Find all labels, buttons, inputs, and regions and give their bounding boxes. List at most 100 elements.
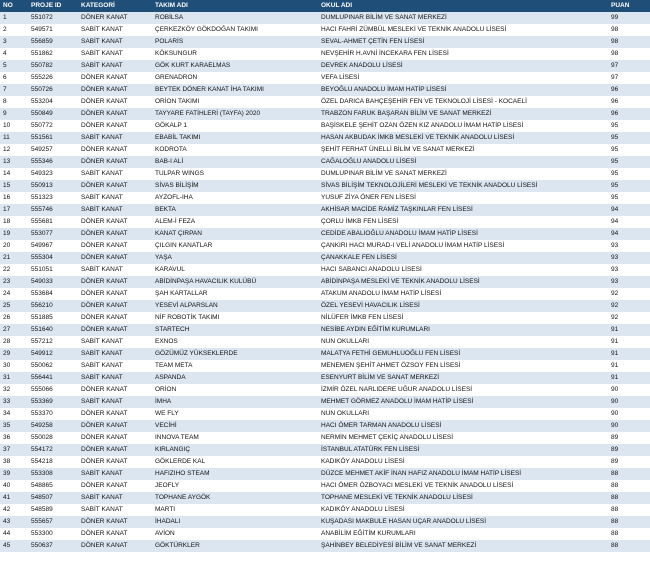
cell-puan: 88 bbox=[608, 504, 650, 516]
cell-takim-adi: POLARİS bbox=[152, 36, 318, 48]
cell-takim-adi: JEOFLY bbox=[152, 480, 318, 492]
cell-proje-id: 550726 bbox=[28, 84, 78, 96]
cell-no: 25 bbox=[0, 300, 28, 312]
cell-proje-id: 551885 bbox=[28, 312, 78, 324]
cell-no: 33 bbox=[0, 396, 28, 408]
cell-okul-adi: CEDİDE ABALIOĞLU ANADOLU İMAM HATİP LİSE… bbox=[318, 228, 608, 240]
cell-puan: 88 bbox=[608, 516, 650, 528]
cell-kategori: DÖNER KANAT bbox=[78, 288, 152, 300]
cell-okul-adi: SEVAL-AHMET ÇETİN FEN LİSESİ bbox=[318, 36, 608, 48]
cell-kategori: DÖNER KANAT bbox=[78, 252, 152, 264]
cell-no: 10 bbox=[0, 120, 28, 132]
cell-proje-id: 550062 bbox=[28, 360, 78, 372]
cell-kategori: SABİT KANAT bbox=[78, 168, 152, 180]
cell-proje-id: 556210 bbox=[28, 300, 78, 312]
cell-proje-id: 553077 bbox=[28, 228, 78, 240]
cell-okul-adi: KADIKÖY ANADOLU LİSESİ bbox=[318, 504, 608, 516]
cell-okul-adi: DUMLUPINAR BİLİM VE SANAT MERKEZİ bbox=[318, 168, 608, 180]
cell-takim-adi: TULPAR WINGS bbox=[152, 168, 318, 180]
table-row: 18 555681 DÖNER KANAT ALEM-İ FEZA ÇORLU İMKB… bbox=[0, 216, 650, 228]
cell-proje-id: 553204 bbox=[28, 96, 78, 108]
cell-proje-id: 555681 bbox=[28, 216, 78, 228]
table-row: 9 550849 DÖNER KANAT TAYYARE FATİHLERİ (TAY… bbox=[0, 108, 650, 120]
cell-proje-id: 555226 bbox=[28, 72, 78, 84]
cell-kategori: DÖNER KANAT bbox=[78, 84, 152, 96]
cell-okul-adi: HACI SABANCI ANADOLU LİSESİ bbox=[318, 264, 608, 276]
cell-puan: 94 bbox=[608, 216, 650, 228]
cell-proje-id: 549912 bbox=[28, 348, 78, 360]
cell-proje-id: 551640 bbox=[28, 324, 78, 336]
cell-kategori: DÖNER KANAT bbox=[78, 156, 152, 168]
cell-proje-id: 557212 bbox=[28, 336, 78, 348]
cell-kategori: SABİT KANAT bbox=[78, 360, 152, 372]
cell-puan: 88 bbox=[608, 528, 650, 540]
cell-puan: 92 bbox=[608, 300, 650, 312]
cell-kategori: DÖNER KANAT bbox=[78, 516, 152, 528]
cell-okul-adi: ESENYURT BİLİM VE SANAT MERKEZİ bbox=[318, 372, 608, 384]
cell-takim-adi: EBABİL TAKIMI bbox=[152, 132, 318, 144]
cell-puan: 93 bbox=[608, 276, 650, 288]
cell-kategori: SABİT KANAT bbox=[78, 192, 152, 204]
cell-okul-adi: ÇANKIRI HACI MURAD-I VELİ ANADOLU İMAM H… bbox=[318, 240, 608, 252]
cell-puan: 95 bbox=[608, 168, 650, 180]
cell-puan: 92 bbox=[608, 288, 650, 300]
cell-takim-adi: GÖKALP 1 bbox=[152, 120, 318, 132]
cell-takim-adi: ŞAH KARTALLAR bbox=[152, 288, 318, 300]
cell-kategori: DÖNER KANAT bbox=[78, 456, 152, 468]
cell-kategori: SABİT KANAT bbox=[78, 396, 152, 408]
cell-no: 1 bbox=[0, 12, 28, 24]
cell-puan: 95 bbox=[608, 120, 650, 132]
cell-okul-adi: MENEMEN ŞEHİT AHMET ÖZSOY FEN LİSESİ bbox=[318, 360, 608, 372]
cell-puan: 90 bbox=[608, 408, 650, 420]
cell-takim-adi: GÖKTÜRKLER bbox=[152, 540, 318, 552]
cell-takim-adi: SİVAS BİLİŞİM bbox=[152, 180, 318, 192]
cell-okul-adi: HASAN AKBUDAK İMKB MESLEKİ VE TEKNİK ANA… bbox=[318, 132, 608, 144]
cell-proje-id: 551051 bbox=[28, 264, 78, 276]
table-row: 34 553370 DÖNER KANAT WE FLY NUN OKULLARI 90 bbox=[0, 408, 650, 420]
cell-puan: 91 bbox=[608, 360, 650, 372]
cell-puan: 93 bbox=[608, 264, 650, 276]
cell-kategori: SABİT KANAT bbox=[78, 264, 152, 276]
cell-proje-id: 555346 bbox=[28, 156, 78, 168]
cell-takim-adi: GÖZÜMÜZ YÜKSEKLERDE bbox=[152, 348, 318, 360]
table-header: NO PROJE ID KATEGORİ TAKIM ADI OKUL ADI … bbox=[0, 0, 650, 12]
table-row: 4 551862 SABİT KANAT KÖKSUNGUR NEVŞEHİR H.AV… bbox=[0, 48, 650, 60]
cell-puan: 88 bbox=[608, 480, 650, 492]
cell-okul-adi: ÇORLU İMKB FEN LİSESİ bbox=[318, 216, 608, 228]
cell-kategori: SABİT KANAT bbox=[78, 336, 152, 348]
cell-no: 19 bbox=[0, 228, 28, 240]
cell-no: 44 bbox=[0, 528, 28, 540]
table-row: 31 556441 SABİT KANAT ASPANDA ESENYURT BİLİM… bbox=[0, 372, 650, 384]
table-row: 40 548865 DÖNER KANAT JEOFLY HACI ÖMER ÖZBOY… bbox=[0, 480, 650, 492]
table-row: 7 550726 DÖNER KANAT BEYTEK DÖNER KANAT İHA… bbox=[0, 84, 650, 96]
cell-takim-adi: ORİON bbox=[152, 384, 318, 396]
cell-no: 27 bbox=[0, 324, 28, 336]
cell-proje-id: 556859 bbox=[28, 36, 78, 48]
table-row: 28 557212 SABİT KANAT EXNOS NUN OKULLARI 91 bbox=[0, 336, 650, 348]
cell-takim-adi: BEYTEK DÖNER KANAT İHA TAKIMI bbox=[152, 84, 318, 96]
table-row: 1 551072 DÖNER KANAT ROBİLSA DUMLUPINAR BİLİ… bbox=[0, 12, 650, 24]
cell-proje-id: 551072 bbox=[28, 12, 78, 24]
header-puan: PUAN bbox=[608, 0, 650, 12]
cell-no: 8 bbox=[0, 96, 28, 108]
cell-puan: 88 bbox=[608, 468, 650, 480]
cell-puan: 91 bbox=[608, 372, 650, 384]
cell-no: 23 bbox=[0, 276, 28, 288]
cell-kategori: DÖNER KANAT bbox=[78, 312, 152, 324]
cell-okul-adi: HACI ÖMER ÖZBOYACI MESLEKİ VE TEKNİK ANA… bbox=[318, 480, 608, 492]
cell-proje-id: 550782 bbox=[28, 60, 78, 72]
cell-okul-adi: NERMİN MEHMET ÇEKİÇ ANADOLU LİSESİ bbox=[318, 432, 608, 444]
table-row: 27 551640 DÖNER KANAT STARTECH NESİBE AYDIN … bbox=[0, 324, 650, 336]
cell-kategori: DÖNER KANAT bbox=[78, 72, 152, 84]
cell-proje-id: 550772 bbox=[28, 120, 78, 132]
cell-puan: 93 bbox=[608, 240, 650, 252]
table-row: 41 548507 SABİT KANAT TOPHANE AYGÖK TOPHANE … bbox=[0, 492, 650, 504]
cell-proje-id: 553300 bbox=[28, 528, 78, 540]
cell-puan: 89 bbox=[608, 444, 650, 456]
cell-proje-id: 554172 bbox=[28, 444, 78, 456]
cell-okul-adi: YUSUF ZİYA ÖNER FEN LİSESİ bbox=[318, 192, 608, 204]
header-okul-adi: OKUL ADI bbox=[318, 0, 608, 12]
cell-okul-adi: CAĞALOĞLU ANADOLU LİSESİ bbox=[318, 156, 608, 168]
cell-proje-id: 553370 bbox=[28, 408, 78, 420]
cell-proje-id: 549258 bbox=[28, 420, 78, 432]
